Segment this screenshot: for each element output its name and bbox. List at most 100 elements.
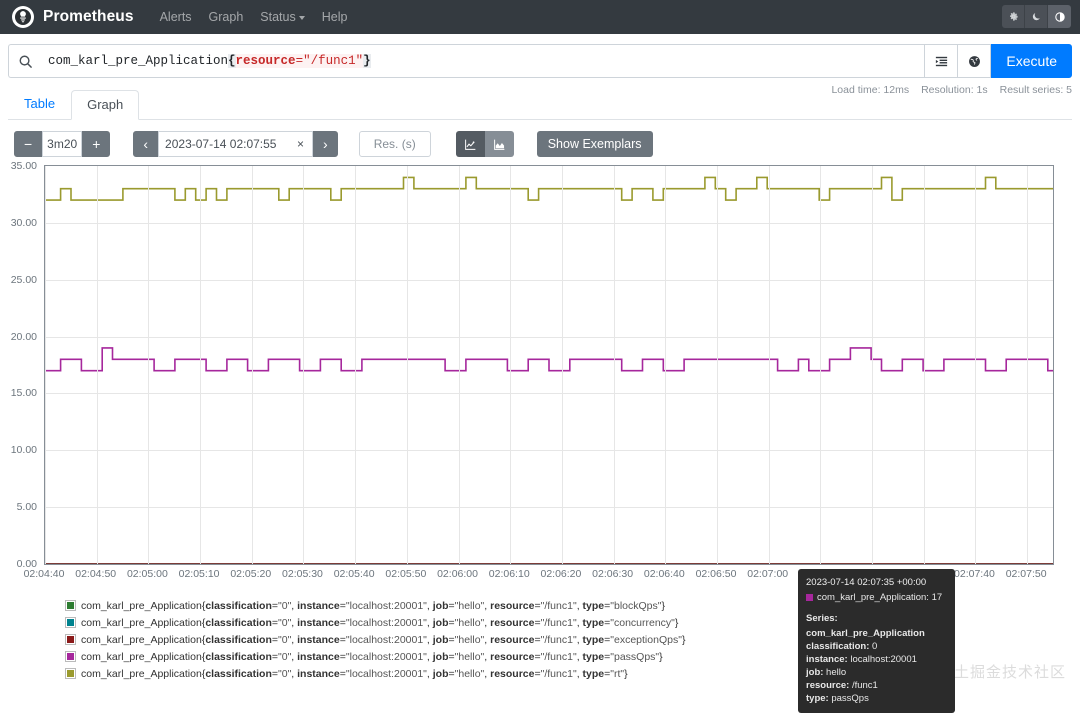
x-axis-tick-label: 02:05:20	[230, 568, 272, 580]
plot-area[interactable]	[44, 165, 1054, 565]
tooltip-time: 2023-07-14 02:07:35 +00:00	[806, 577, 927, 588]
gridline-vertical	[406, 166, 408, 564]
time-next-button[interactable]: ›	[313, 131, 338, 157]
legend-swatch	[65, 651, 76, 662]
search-icon	[8, 44, 42, 78]
y-axis-tick-label: 20.00	[10, 330, 37, 343]
x-axis-tick-label: 02:06:30	[592, 568, 634, 580]
legend-swatch	[65, 634, 76, 645]
nav-link-status[interactable]: Status	[260, 10, 305, 24]
gridline-vertical	[355, 166, 357, 564]
nav-link-alerts[interactable]: Alerts	[160, 10, 192, 24]
x-axis-tick-label: 02:05:50	[385, 568, 427, 580]
gridline-horizontal	[45, 393, 1053, 395]
range-input[interactable]: 3m20	[42, 131, 83, 157]
metrics-explorer-icon[interactable]	[925, 44, 959, 78]
expression-input[interactable]: com_karl_pre_Application{resource = "/func…	[42, 44, 926, 78]
tab-table[interactable]: Table	[8, 89, 71, 119]
time-value: 2023-07-14 02:07:55	[165, 137, 277, 151]
series-line	[45, 177, 1053, 200]
resolution-input[interactable]: Res. (s)	[358, 131, 431, 157]
gridline-vertical	[923, 166, 925, 564]
chevron-down-icon	[298, 15, 305, 20]
nav-links: Alerts Graph Status Help	[160, 10, 348, 24]
nav-link-status-label: Status	[260, 10, 296, 24]
stat-resolution: Resolution: 1s	[921, 84, 988, 96]
gridline-vertical	[872, 166, 874, 564]
time-prev-button[interactable]: ‹	[133, 131, 159, 157]
x-axis-tick-label: 02:05:30	[282, 568, 323, 580]
show-exemplars-button[interactable]: Show Exemplars	[536, 131, 653, 157]
series-tooltip: 2023-07-14 02:07:35 +00:00 com_karl_pre_…	[798, 569, 955, 713]
gridline-vertical	[820, 166, 822, 564]
x-axis-tick-label: 02:06:00	[437, 568, 478, 580]
y-axis-tick-label: 15.00	[10, 387, 37, 400]
gridline-vertical	[200, 166, 202, 564]
x-axis-tick-label: 02:06:50	[695, 568, 737, 580]
time-clear-icon[interactable]: ×	[297, 137, 304, 151]
graph-panel: 0.00 5.00 10.00 15.00 20.00 25.00 30.00 35.00 0…	[0, 160, 1080, 713]
y-axis: 0.00 5.00 10.00 15.00 20.00 25.00 30.00 35.00	[0, 160, 42, 570]
nav-link-help[interactable]: Help	[322, 10, 348, 24]
y-axis-tick-label: 35.00	[10, 160, 37, 172]
legend-swatch	[65, 600, 76, 611]
gridline-vertical	[613, 166, 615, 564]
x-axis-tick-label: 02:05:40	[333, 568, 375, 580]
legend-label: com_karl_pre_Application{classification=…	[81, 650, 663, 663]
navbar: Prometheus Alerts Graph Status Help	[0, 0, 1080, 34]
legend-label: com_karl_pre_Application{classification=…	[81, 667, 628, 680]
series-line	[45, 348, 1053, 371]
gridline-vertical	[561, 166, 563, 564]
moon-icon[interactable]	[1025, 5, 1048, 28]
tooltip-label-row: instance: localhost:20001	[806, 654, 917, 665]
tooltip-series-heading: Series:	[806, 613, 838, 624]
x-axis-tick-label: 02:06:10	[488, 568, 530, 580]
x-axis-tick-label: 02:04:50	[75, 568, 117, 580]
legend-label: com_karl_pre_Application{classification=…	[81, 599, 666, 612]
x-axis-tick-label: 02:07:50	[1005, 568, 1047, 580]
brand[interactable]: Prometheus	[12, 6, 134, 28]
gridline-vertical	[665, 166, 667, 564]
x-axis-tick-label: 02:05:10	[178, 568, 220, 580]
time-group: ‹ 2023-07-14 02:07:55 × ›	[133, 131, 338, 157]
expr-open-brace: {	[228, 54, 236, 68]
half-circle-icon[interactable]	[1048, 5, 1071, 28]
tooltip-value: com_karl_pre_Application: 17	[817, 592, 943, 603]
tooltip-swatch	[806, 594, 813, 601]
graph-controls: − 3m20 + ‹ 2023-07-14 02:07:55 × › Res. …	[14, 131, 1072, 157]
gridline-vertical	[975, 166, 977, 564]
execute-button[interactable]: Execute	[991, 44, 1072, 78]
globe-icon[interactable]	[958, 44, 992, 78]
legend-label: com_karl_pre_Application{classification=…	[81, 633, 686, 646]
y-axis-tick-label: 5.00	[16, 501, 37, 514]
tooltip-label-row: resource: /func1	[806, 680, 878, 691]
line-chart-icon[interactable]	[455, 131, 485, 157]
gridline-horizontal	[45, 336, 1053, 338]
expression-bar: com_karl_pre_Application{resource = "/func…	[8, 44, 1072, 78]
tooltip-labels: classification: 0 instance: localhost:200…	[806, 640, 947, 705]
stat-result-series: Result series: 5	[999, 84, 1072, 96]
gridline-vertical	[1027, 166, 1029, 564]
prometheus-torch-icon	[12, 6, 34, 28]
gear-icon[interactable]	[1002, 5, 1025, 28]
nav-link-graph[interactable]: Graph	[209, 10, 244, 24]
tab-graph[interactable]: Graph	[71, 90, 140, 120]
expr-metric: com_karl_pre_Application	[48, 54, 229, 68]
gridline-vertical	[510, 166, 512, 564]
gridline-horizontal	[45, 450, 1053, 452]
tooltip-label-row: type: passQps	[806, 693, 869, 704]
tooltip-value-row: com_karl_pre_Application: 17	[806, 591, 947, 604]
brand-name: Prometheus	[43, 8, 134, 25]
gridline-vertical	[96, 166, 98, 564]
y-axis-tick-label: 25.00	[10, 273, 37, 286]
time-input[interactable]: 2023-07-14 02:07:55 ×	[158, 131, 314, 157]
stacked-area-icon[interactable]	[484, 131, 514, 157]
x-axis-tick-label: 02:06:20	[540, 568, 582, 580]
legend-swatch	[65, 668, 76, 679]
range-group: − 3m20 +	[14, 131, 111, 157]
range-decrease-button[interactable]: −	[14, 131, 43, 157]
range-increase-button[interactable]: +	[82, 131, 111, 157]
gridline-vertical	[251, 166, 253, 564]
x-axis-tick-label: 02:07:40	[954, 568, 995, 580]
chart-type-toggle	[455, 131, 514, 157]
